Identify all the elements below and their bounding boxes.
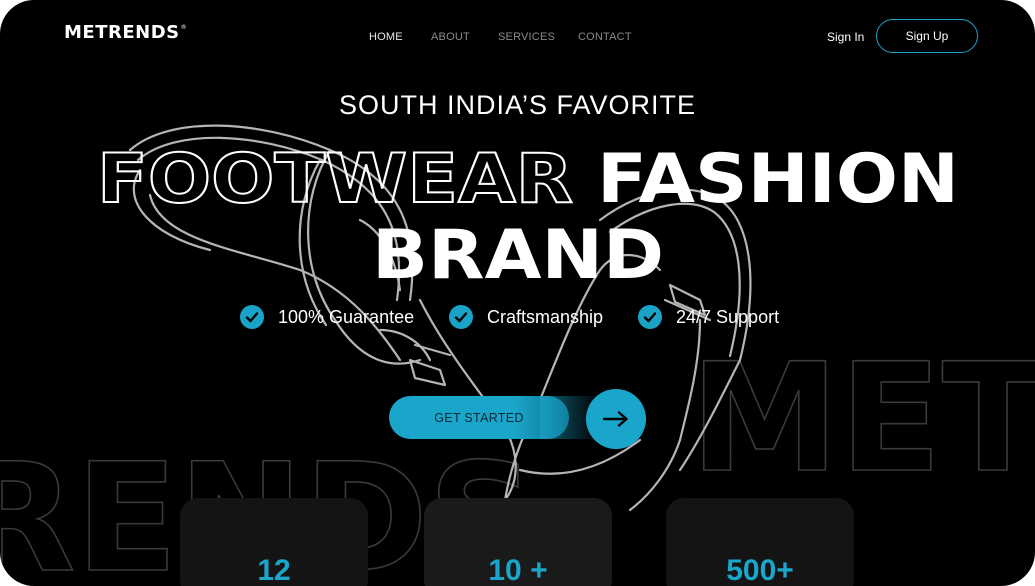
- registered-mark: ®: [180, 24, 188, 31]
- check-circle-icon: [240, 305, 264, 329]
- hero-headline: FOOTWEAR FASHION BRAND: [96, 139, 959, 290]
- check-circle-icon: [638, 305, 662, 329]
- landing-page: RENDS METRE METRENDS®: [0, 0, 1035, 586]
- headline-outline-word: FOOTWEAR: [97, 140, 573, 219]
- nav-home[interactable]: HOME: [369, 31, 403, 43]
- feature-support: 24/7 Support: [638, 305, 779, 329]
- sign-up-button[interactable]: Sign Up: [876, 19, 978, 53]
- feature-label: 100% Guarantee: [278, 306, 415, 327]
- get-started-arrow-button[interactable]: [586, 389, 646, 449]
- feature-list: 100% Guarantee Craftsmanship 24/7 Suppor…: [0, 305, 1035, 333]
- stat-card: 500+: [666, 498, 854, 586]
- sign-in-link[interactable]: Sign In: [827, 30, 864, 44]
- hero-tagline: SOUTH INDIA’S FAVORITE: [338, 90, 697, 120]
- feature-craftsmanship: Craftsmanship: [449, 305, 603, 329]
- headline-solid-word-1: FASHION: [597, 140, 959, 219]
- nav-about[interactable]: ABOUT: [431, 31, 470, 43]
- stat-card: 12: [180, 498, 368, 586]
- nav-contact[interactable]: CONTACT: [578, 31, 632, 43]
- stat-value: 12: [257, 554, 291, 586]
- stat-value: 500+: [726, 554, 794, 586]
- background-word-right: METRE: [690, 332, 1035, 506]
- stat-card: 10 +: [424, 498, 612, 586]
- arrow-right-icon: [603, 411, 628, 427]
- headline-solid-word-2: BRAND: [372, 216, 664, 290]
- stat-value: 10 +: [488, 554, 548, 586]
- feature-guarantee: 100% Guarantee: [240, 305, 414, 329]
- feature-label: Craftsmanship: [487, 306, 604, 327]
- nav-services[interactable]: SERVICES: [498, 31, 555, 43]
- feature-label: 24/7 Support: [676, 306, 780, 327]
- check-circle-icon: [449, 305, 473, 329]
